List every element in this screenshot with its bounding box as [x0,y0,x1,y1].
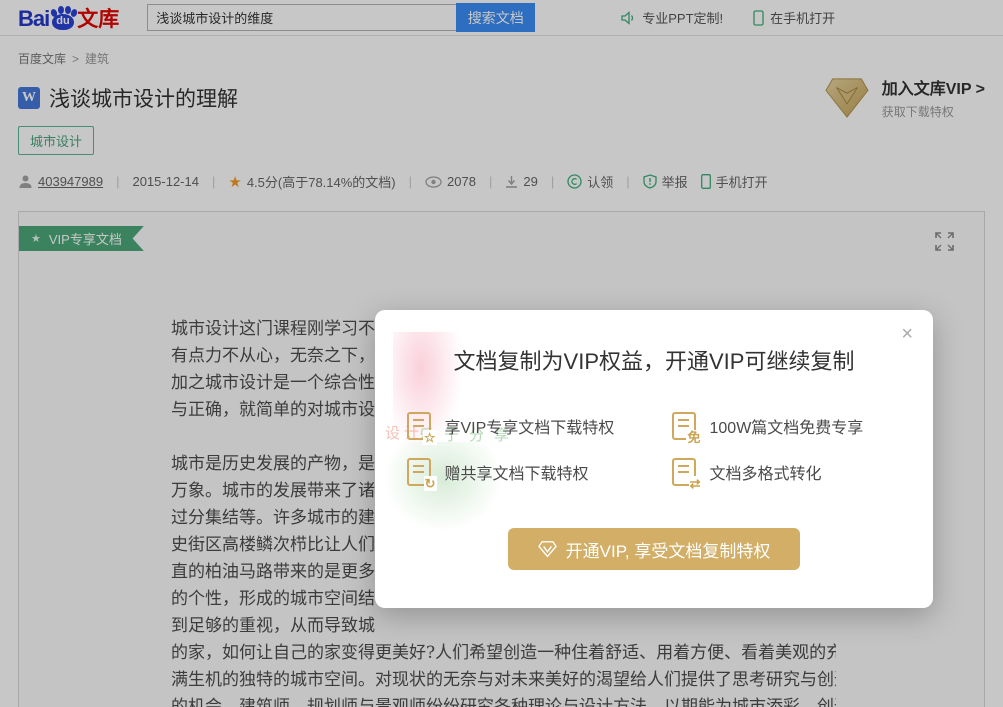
gold-document-icon: ↻ [407,458,431,486]
modal-title: 文档复制为VIP权益，开通VIP可继续复制 [375,344,933,376]
feature-label: 赠共享文档下载特权 [445,460,589,484]
vip-feature-item: 免 100W篇文档免费专享 [672,412,902,440]
open-vip-button[interactable]: 开通VIP, 享受文档复制特权 [508,528,801,570]
open-vip-button-label: 开通VIP, 享受文档复制特权 [566,537,771,562]
feature-badge-icon: 免 [686,430,701,445]
gold-document-icon: 免 [672,412,696,440]
vip-feature-item: ☆ 享VIP专享文档下载特权 [407,412,662,440]
gold-document-icon: ⇄ [672,458,696,486]
vip-features: ☆享VIP专享文档下载特权免100W篇文档免费专享↻赠共享文档下载特权⇄文档多格… [375,412,933,486]
vip-feature-item: ↻ 赠共享文档下载特权 [407,458,662,486]
feature-badge-icon: ☆ [423,430,437,445]
feature-badge-icon: ↻ [424,476,437,491]
vip-copy-modal: 设计 乐于分享 × 文档复制为VIP权益，开通VIP可继续复制 ☆享VIP专享文… [375,310,933,608]
vip-feature-item: ⇄ 文档多格式转化 [672,458,902,486]
gold-document-icon: ☆ [407,412,431,440]
close-icon[interactable]: × [901,324,913,344]
feature-badge-icon: ⇄ [689,476,702,491]
feature-label: 100W篇文档免费专享 [710,414,864,438]
feature-label: 文档多格式转化 [710,460,822,484]
feature-label: 享VIP专享文档下载特权 [445,414,615,438]
vip-gem-icon [538,541,557,558]
